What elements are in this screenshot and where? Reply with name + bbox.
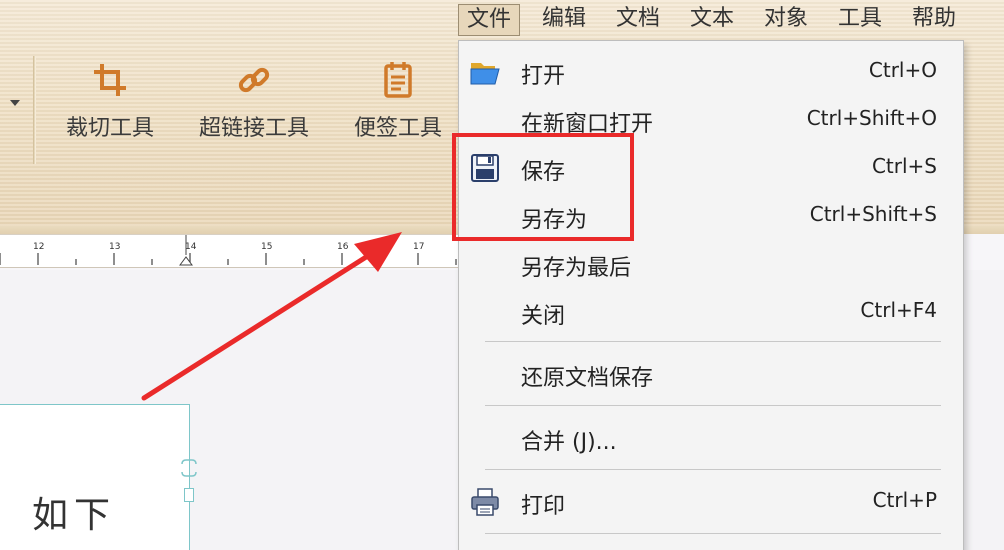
menu-item-label: 还原文档保存 [521,366,654,391]
frame-resize-handle[interactable] [184,488,194,502]
menu-separator [485,533,941,534]
menu-item-shortcut: Ctrl+Shift+O [806,106,937,130]
file-menu-open[interactable]: 打开 Ctrl+O [459,49,963,95]
hyperlink-tool-button[interactable]: 超链接工具 [190,60,318,150]
menu-item-label: 打印 [521,494,566,519]
menu-item-shortcut: Ctrl+F4 [860,298,937,322]
horizontal-ruler[interactable]: 12 13 14 15 16 17 [0,234,470,268]
menu-item-label: 合并 (J)... [521,430,617,455]
file-menu-merge[interactable]: 合并 (J)... [459,415,963,461]
menu-item-shortcut: Ctrl+P [872,488,937,512]
ruler-ticks: 12 13 14 15 16 17 [0,235,457,266]
menu-text[interactable]: 文本 [682,4,742,36]
hyperlink-tool-label: 超链接工具 [198,116,309,141]
ruler-mark-label: 12 [33,242,44,252]
menu-separator [485,405,941,406]
menu-help[interactable]: 帮助 [904,4,964,36]
file-menu-dropdown: 打开 Ctrl+O 在新窗口打开 Ctrl+Shift+O 保存 Ctrl+S … [458,40,964,550]
ruler-mark-label: 15 [261,242,272,252]
menu-separator [485,341,941,342]
menu-item-label: 另存为最后 [521,256,632,281]
annotation-highlight-box [452,133,634,241]
text-frame-content[interactable]: 如下 [32,486,116,538]
note-icon [384,62,412,98]
note-tool-button[interactable]: 便签工具 [346,60,450,150]
file-menu-close[interactable]: 关闭 Ctrl+F4 [459,289,963,335]
menu-item-label: 关闭 [521,304,566,329]
menu-separator [485,469,941,470]
printer-icon [471,488,499,516]
frame-link-handle-icon[interactable] [178,458,200,478]
ruler-mark-label: 16 [337,242,349,252]
menu-item-shortcut: Ctrl+S [871,154,937,178]
crop-icon [94,64,126,96]
crop-tool-label: 裁切工具 [65,116,154,141]
menu-file[interactable]: 文件 [458,4,521,36]
file-menu-print[interactable]: 打印 Ctrl+P [459,479,963,525]
crop-tool-button[interactable]: 裁切工具 [58,60,162,150]
menu-tools[interactable]: 工具 [830,4,890,36]
menu-object[interactable]: 对象 [756,4,816,36]
menu-item-shortcut: Ctrl+O [868,58,937,82]
file-menu-save-as-last[interactable]: 另存为最后 [459,241,963,287]
menu-edit[interactable]: 编辑 [534,4,594,36]
menu-item-shortcut: Ctrl+Shift+S [809,202,937,226]
ruler-mark-label: 13 [109,242,120,252]
toolbar-overflow-arrow-icon[interactable] [10,100,20,106]
note-tool-label: 便签工具 [353,116,442,141]
ruler-mark-label: 14 [185,242,197,252]
file-menu-revert-saved[interactable]: 还原文档保存 [459,351,963,397]
menu-document[interactable]: 文档 [608,4,668,36]
link-icon [238,67,270,93]
menubar: 文件 编辑 文档 文本 对象 工具 帮助 [0,0,1004,40]
folder-open-icon [470,63,500,85]
menu-item-label: 打开 [521,64,566,89]
ruler-mark-label: 17 [413,242,424,252]
toolbar-separator [33,56,36,164]
